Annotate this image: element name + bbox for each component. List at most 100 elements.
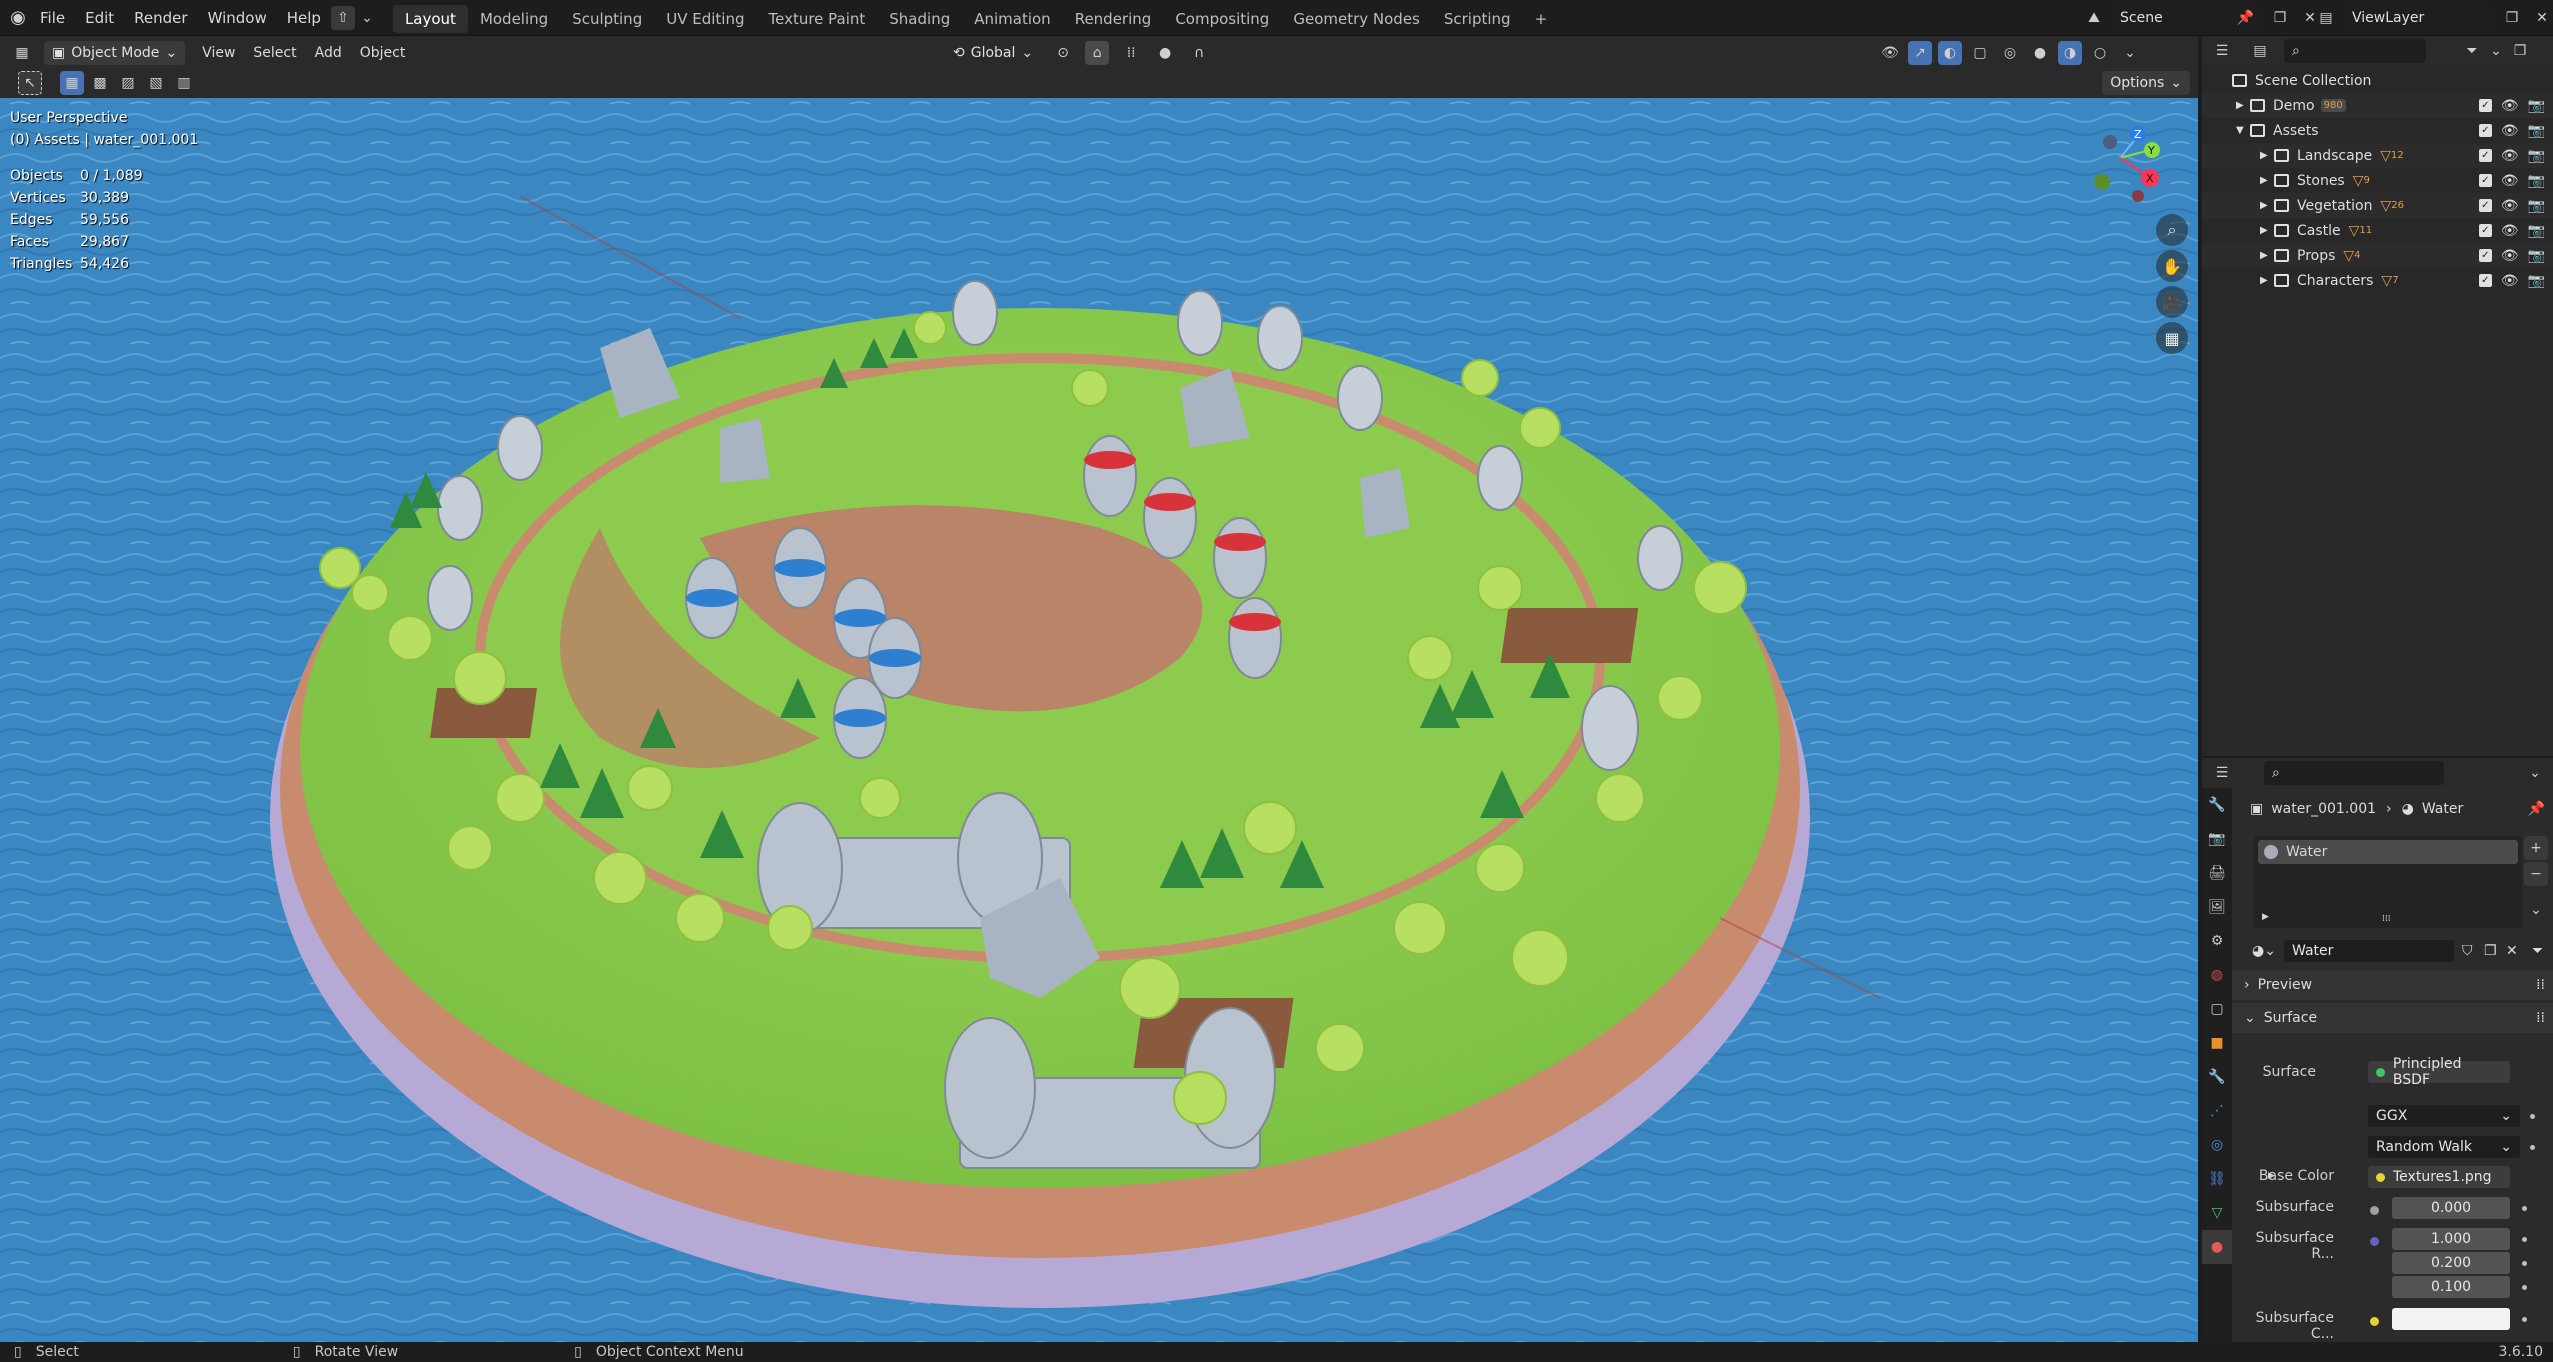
- select-intersect-icon[interactable]: ▥: [172, 71, 196, 95]
- output-tab-icon[interactable]: 🖨: [2202, 856, 2232, 890]
- checkbox-icon[interactable]: ✓: [2478, 99, 2492, 112]
- chevron-down-icon[interactable]: ⌄: [2523, 761, 2547, 785]
- checkbox-icon[interactable]: ✓: [2478, 224, 2492, 237]
- select-invert-icon[interactable]: ▧: [144, 71, 168, 95]
- zoom-icon[interactable]: ⌕: [2156, 214, 2188, 246]
- keyframe-dot[interactable]: [2530, 1145, 2535, 1150]
- eye-icon[interactable]: 👁: [2501, 173, 2519, 189]
- subsurface-color-swatch[interactable]: [2392, 1308, 2510, 1330]
- navigation-gizmo[interactable]: Z Y X: [2080, 114, 2160, 204]
- checkbox-icon[interactable]: ✓: [2478, 149, 2492, 162]
- tab-scripting[interactable]: Scripting: [1432, 5, 1523, 33]
- tab-rendering[interactable]: Rendering: [1063, 5, 1164, 33]
- socket-dot[interactable]: [2370, 1237, 2379, 1246]
- scene-icon[interactable]: ⛰: [2082, 6, 2106, 30]
- render-tab-icon[interactable]: 📷: [2202, 822, 2232, 856]
- outliner-item-characters[interactable]: ▶ Characters ▽ 7 ✓ 👁 📷: [2202, 268, 2553, 293]
- subsurface-radius-z-field[interactable]: 0.100: [2392, 1276, 2510, 1298]
- shield-icon[interactable]: ⛉: [2462, 943, 2473, 959]
- proportional-edit-icon[interactable]: ●: [1153, 41, 1177, 65]
- object-tab-icon[interactable]: ■: [2202, 1026, 2232, 1060]
- expand-arrow-icon[interactable]: ▶: [2260, 150, 2274, 161]
- mode-selector[interactable]: ▣ Object Mode ⌄: [44, 41, 186, 65]
- pivot-icon[interactable]: ⊙: [1051, 41, 1075, 65]
- pin-icon[interactable]: 📌: [2528, 801, 2545, 817]
- chevron-down-icon[interactable]: ⌄: [355, 6, 379, 30]
- distribution-dropdown[interactable]: GGX ⌄: [2368, 1105, 2520, 1127]
- chevron-down-icon[interactable]: ⌄: [2118, 41, 2142, 65]
- browse-material-icon[interactable]: ◕⌄: [2252, 943, 2276, 959]
- material-name-field[interactable]: Water: [2284, 940, 2454, 962]
- camera-view-icon[interactable]: 🎥: [2156, 286, 2188, 318]
- pan-hand-icon[interactable]: ✋: [2156, 250, 2188, 282]
- checkbox-icon[interactable]: ✓: [2478, 274, 2492, 287]
- view-layer-tab-icon[interactable]: 🖼: [2202, 890, 2232, 924]
- keyframe-dot[interactable]: [2522, 1285, 2527, 1290]
- keyframe-dot[interactable]: [2522, 1206, 2527, 1211]
- expand-arrow-icon[interactable]: ▶: [2260, 175, 2274, 186]
- gizmo-toggle-icon[interactable]: ↗: [1908, 41, 1932, 65]
- tab-shading[interactable]: Shading: [877, 5, 962, 33]
- expand-arrow-icon[interactable]: ▶: [2260, 275, 2274, 286]
- eye-icon[interactable]: 👁: [2501, 223, 2519, 239]
- outliner-root[interactable]: Scene Collection: [2202, 68, 2553, 93]
- outliner-item-stones[interactable]: ▶ Stones ▽ 9 ✓ 👁 📷: [2202, 168, 2553, 193]
- socket-dot[interactable]: [2370, 1206, 2379, 1215]
- overlay-toggle-icon[interactable]: ◐: [1938, 41, 1962, 65]
- editor-type-icon[interactable]: ▦: [10, 41, 34, 65]
- expand-arrow-icon[interactable]: ▶: [2260, 200, 2274, 211]
- tab-animation[interactable]: Animation: [962, 5, 1062, 33]
- camera-icon[interactable]: 📷: [2528, 148, 2545, 164]
- resize-handle-icon[interactable]: ⁞⁞⁞: [2382, 914, 2391, 924]
- upload-icon[interactable]: ⇧: [330, 5, 355, 30]
- shading-solid-icon[interactable]: ●: [2028, 41, 2052, 65]
- tab-geometry-nodes[interactable]: Geometry Nodes: [1281, 5, 1432, 33]
- modifier-tab-icon[interactable]: 🔧: [2202, 1060, 2232, 1094]
- tab-sculpting[interactable]: Sculpting: [560, 5, 654, 33]
- falloff-icon[interactable]: ∩: [1187, 41, 1211, 65]
- neg-y-axis-handle[interactable]: [2094, 174, 2110, 190]
- outliner-item-demo[interactable]: ▶ Demo 980 ✓ 👁 📷: [2202, 93, 2553, 118]
- base-color-field[interactable]: Textures1.png: [2368, 1166, 2510, 1188]
- menu-window[interactable]: Window: [198, 0, 277, 36]
- camera-icon[interactable]: 📷: [2528, 223, 2545, 239]
- visibility-icon[interactable]: 👁: [1878, 41, 1902, 65]
- checkbox-icon[interactable]: ✓: [2478, 174, 2492, 187]
- camera-icon[interactable]: 📷: [2528, 248, 2545, 264]
- snap-icon[interactable]: ⌂: [1085, 41, 1110, 65]
- shading-rendered-icon[interactable]: ○: [2088, 41, 2112, 65]
- eye-icon[interactable]: 👁: [2501, 198, 2519, 214]
- constraints-tab-icon[interactable]: ⛓: [2202, 1162, 2232, 1196]
- subsurface-radius-x-field[interactable]: 1.000: [2392, 1228, 2510, 1250]
- keyframe-dot[interactable]: [2522, 1261, 2527, 1266]
- material-tab-icon[interactable]: ●: [2202, 1230, 2232, 1264]
- eye-icon[interactable]: 👁: [2501, 98, 2519, 114]
- pin-icon[interactable]: 📌: [2237, 10, 2254, 26]
- checkbox-icon[interactable]: ✓: [2478, 249, 2492, 262]
- chevron-down-icon[interactable]: ⌄: [2524, 898, 2548, 922]
- tool-tab-icon[interactable]: 🔧: [2202, 788, 2232, 822]
- panel-surface[interactable]: ⌄ Surface ⁞⁞: [2232, 1003, 2553, 1033]
- menu-edit[interactable]: Edit: [75, 0, 124, 36]
- select-new-icon[interactable]: ▦: [60, 71, 84, 95]
- camera-icon[interactable]: 📷: [2528, 98, 2545, 114]
- duplicate-icon[interactable]: ❐: [2484, 943, 2497, 959]
- remove-slot-icon[interactable]: −: [2524, 862, 2548, 886]
- transform-orientation-selector[interactable]: ⟲ Global ⌄: [945, 41, 1041, 65]
- expand-arrow-icon[interactable]: ▶: [2236, 100, 2250, 111]
- expand-arrow-icon[interactable]: ▶: [2260, 225, 2274, 236]
- select-tool-icon[interactable]: ↖: [18, 71, 42, 95]
- shading-wireframe-icon[interactable]: ◎: [1998, 41, 2022, 65]
- subsurface-field[interactable]: 0.000: [2392, 1197, 2510, 1219]
- expand-arrow-icon[interactable]: ▶: [2260, 250, 2274, 261]
- menu-object[interactable]: Object: [351, 45, 415, 61]
- outliner-item-vegetation[interactable]: ▶ Vegetation ▽ 26 ✓ 👁 📷: [2202, 193, 2553, 218]
- menu-render[interactable]: Render: [124, 0, 197, 36]
- material-slot-list[interactable]: Water ▶ ⁞⁞⁞: [2254, 836, 2522, 928]
- surface-shader-field[interactable]: Principled BSDF: [2368, 1056, 2510, 1088]
- eye-icon[interactable]: 👁: [2501, 248, 2519, 264]
- panel-preview[interactable]: › Preview ⁞⁞: [2232, 970, 2553, 1000]
- filter-icon[interactable]: ⏷: [2532, 943, 2543, 959]
- new-collection-icon[interactable]: ❐: [2508, 39, 2532, 63]
- display-mode-icon[interactable]: ▤: [2248, 39, 2272, 63]
